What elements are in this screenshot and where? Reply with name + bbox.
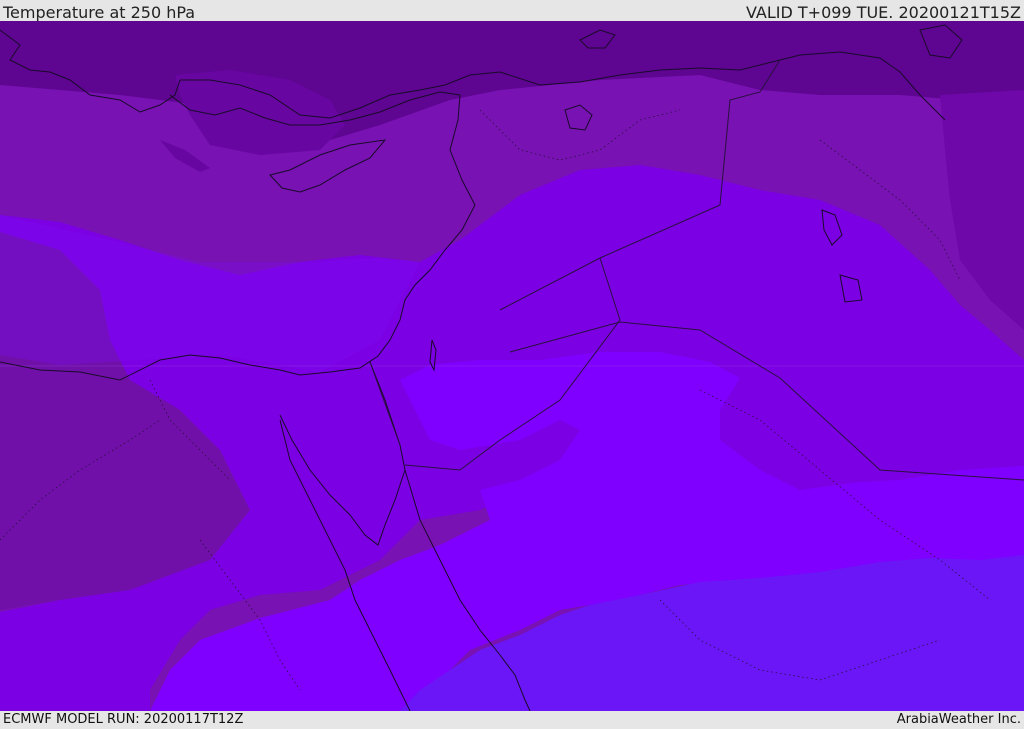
valid-time: VALID T+099 TUE. 20200121T15Z [745, 3, 1021, 22]
temperature-map [0, 21, 1024, 711]
model-run: ECMWF MODEL RUN: 20200117T12Z [3, 712, 244, 727]
chart-title: Temperature at 250 hPa [3, 3, 196, 22]
top-bar: Temperature at 250 hPa VALID T+099 TUE. … [0, 0, 1024, 22]
credit: ArabiaWeather Inc. [896, 712, 1021, 727]
bottom-bar: ECMWF MODEL RUN: 20200117T12Z ArabiaWeat… [0, 711, 1024, 729]
map-svg [0, 21, 1024, 711]
